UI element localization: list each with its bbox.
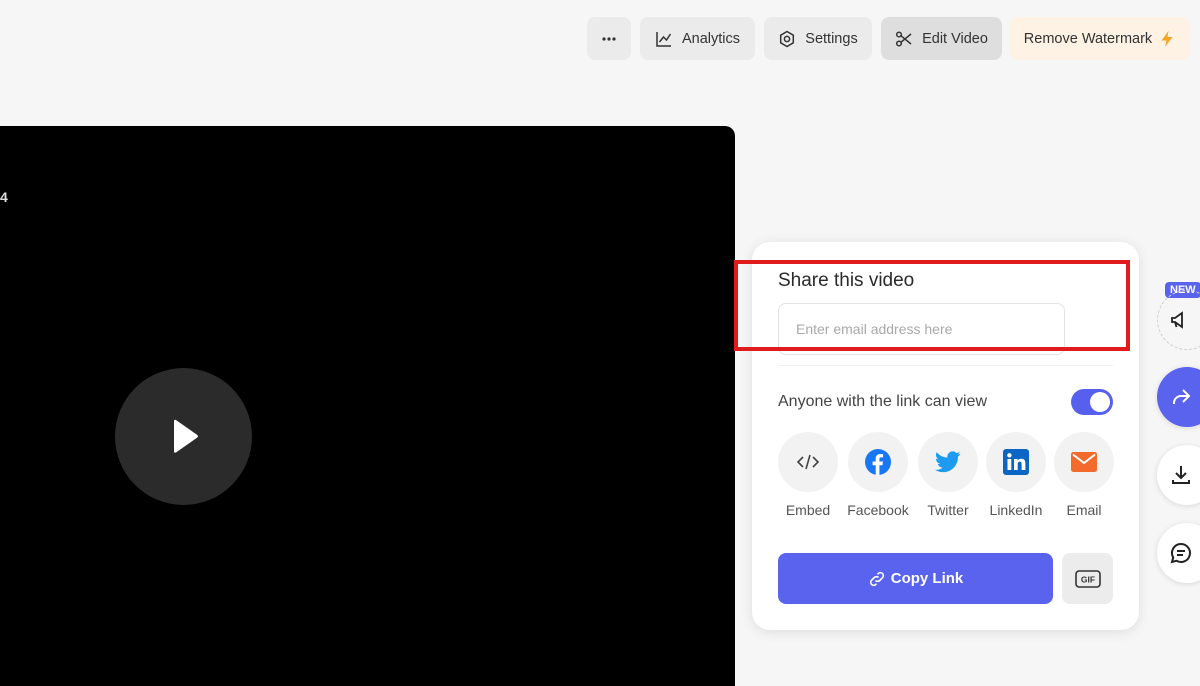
share-option-email[interactable]: Email bbox=[1053, 432, 1115, 518]
megaphone-icon bbox=[1171, 311, 1183, 329]
play-icon bbox=[173, 419, 198, 453]
video-overlay-text: 4 bbox=[0, 189, 8, 205]
download-button[interactable] bbox=[1157, 445, 1200, 505]
more-dots-icon bbox=[602, 36, 616, 41]
email-label: Email bbox=[1066, 502, 1102, 518]
copy-link-button[interactable]: Copy Link bbox=[778, 553, 1053, 604]
analytics-label: Analytics bbox=[681, 30, 741, 47]
comment-icon bbox=[1170, 542, 1191, 564]
link-access-label: Anyone with the link can view bbox=[778, 393, 987, 410]
chart-line-icon bbox=[656, 31, 672, 47]
analytics-button[interactable]: Analytics bbox=[640, 17, 755, 60]
gif-button[interactable]: GIF bbox=[1062, 553, 1113, 604]
code-icon bbox=[796, 454, 820, 470]
highlight-box bbox=[734, 260, 1130, 351]
toggle-knob bbox=[1090, 392, 1110, 412]
gif-icon: GIF bbox=[1074, 569, 1101, 588]
copy-link-label: Copy Link bbox=[890, 570, 964, 587]
link-access-toggle[interactable] bbox=[1071, 389, 1113, 415]
facebook-circle bbox=[848, 432, 908, 492]
linkedin-circle bbox=[986, 432, 1046, 492]
facebook-icon bbox=[865, 449, 891, 475]
twitter-icon bbox=[935, 451, 961, 473]
embed-circle bbox=[778, 432, 838, 492]
share-option-embed[interactable]: Embed bbox=[777, 432, 839, 518]
remove-watermark-button[interactable]: Remove Watermark bbox=[1010, 17, 1190, 60]
link-icon bbox=[869, 571, 884, 586]
envelope-icon bbox=[1071, 452, 1097, 472]
more-options-button[interactable] bbox=[587, 17, 631, 60]
gear-icon bbox=[780, 30, 795, 47]
settings-button[interactable]: Settings bbox=[764, 17, 872, 60]
share-option-twitter[interactable]: Twitter bbox=[917, 432, 979, 518]
share-side-button[interactable] bbox=[1157, 367, 1200, 427]
top-toolbar: Analytics Settings Edit Video Remove Wat… bbox=[0, 17, 1200, 61]
twitter-circle bbox=[918, 432, 978, 492]
announcements-button[interactable] bbox=[1157, 290, 1200, 350]
comment-button[interactable] bbox=[1157, 523, 1200, 583]
linkedin-icon bbox=[1003, 449, 1029, 475]
video-player[interactable]: 4 bbox=[0, 126, 735, 686]
share-option-facebook[interactable]: Facebook bbox=[847, 432, 909, 518]
email-circle bbox=[1054, 432, 1114, 492]
lightning-icon bbox=[1161, 30, 1173, 47]
remove-watermark-label: Remove Watermark bbox=[1023, 30, 1153, 47]
play-button[interactable] bbox=[115, 368, 252, 505]
settings-label: Settings bbox=[805, 30, 858, 47]
edit-video-button[interactable]: Edit Video bbox=[881, 17, 1002, 60]
share-option-linkedin[interactable]: LinkedIn bbox=[985, 432, 1047, 518]
share-divider bbox=[778, 365, 1113, 366]
edit-video-label: Edit Video bbox=[922, 30, 988, 47]
scissors-icon bbox=[896, 30, 912, 47]
download-icon bbox=[1172, 466, 1190, 484]
gif-text: GIF bbox=[1080, 574, 1094, 584]
share-arrow-icon bbox=[1173, 389, 1191, 404]
